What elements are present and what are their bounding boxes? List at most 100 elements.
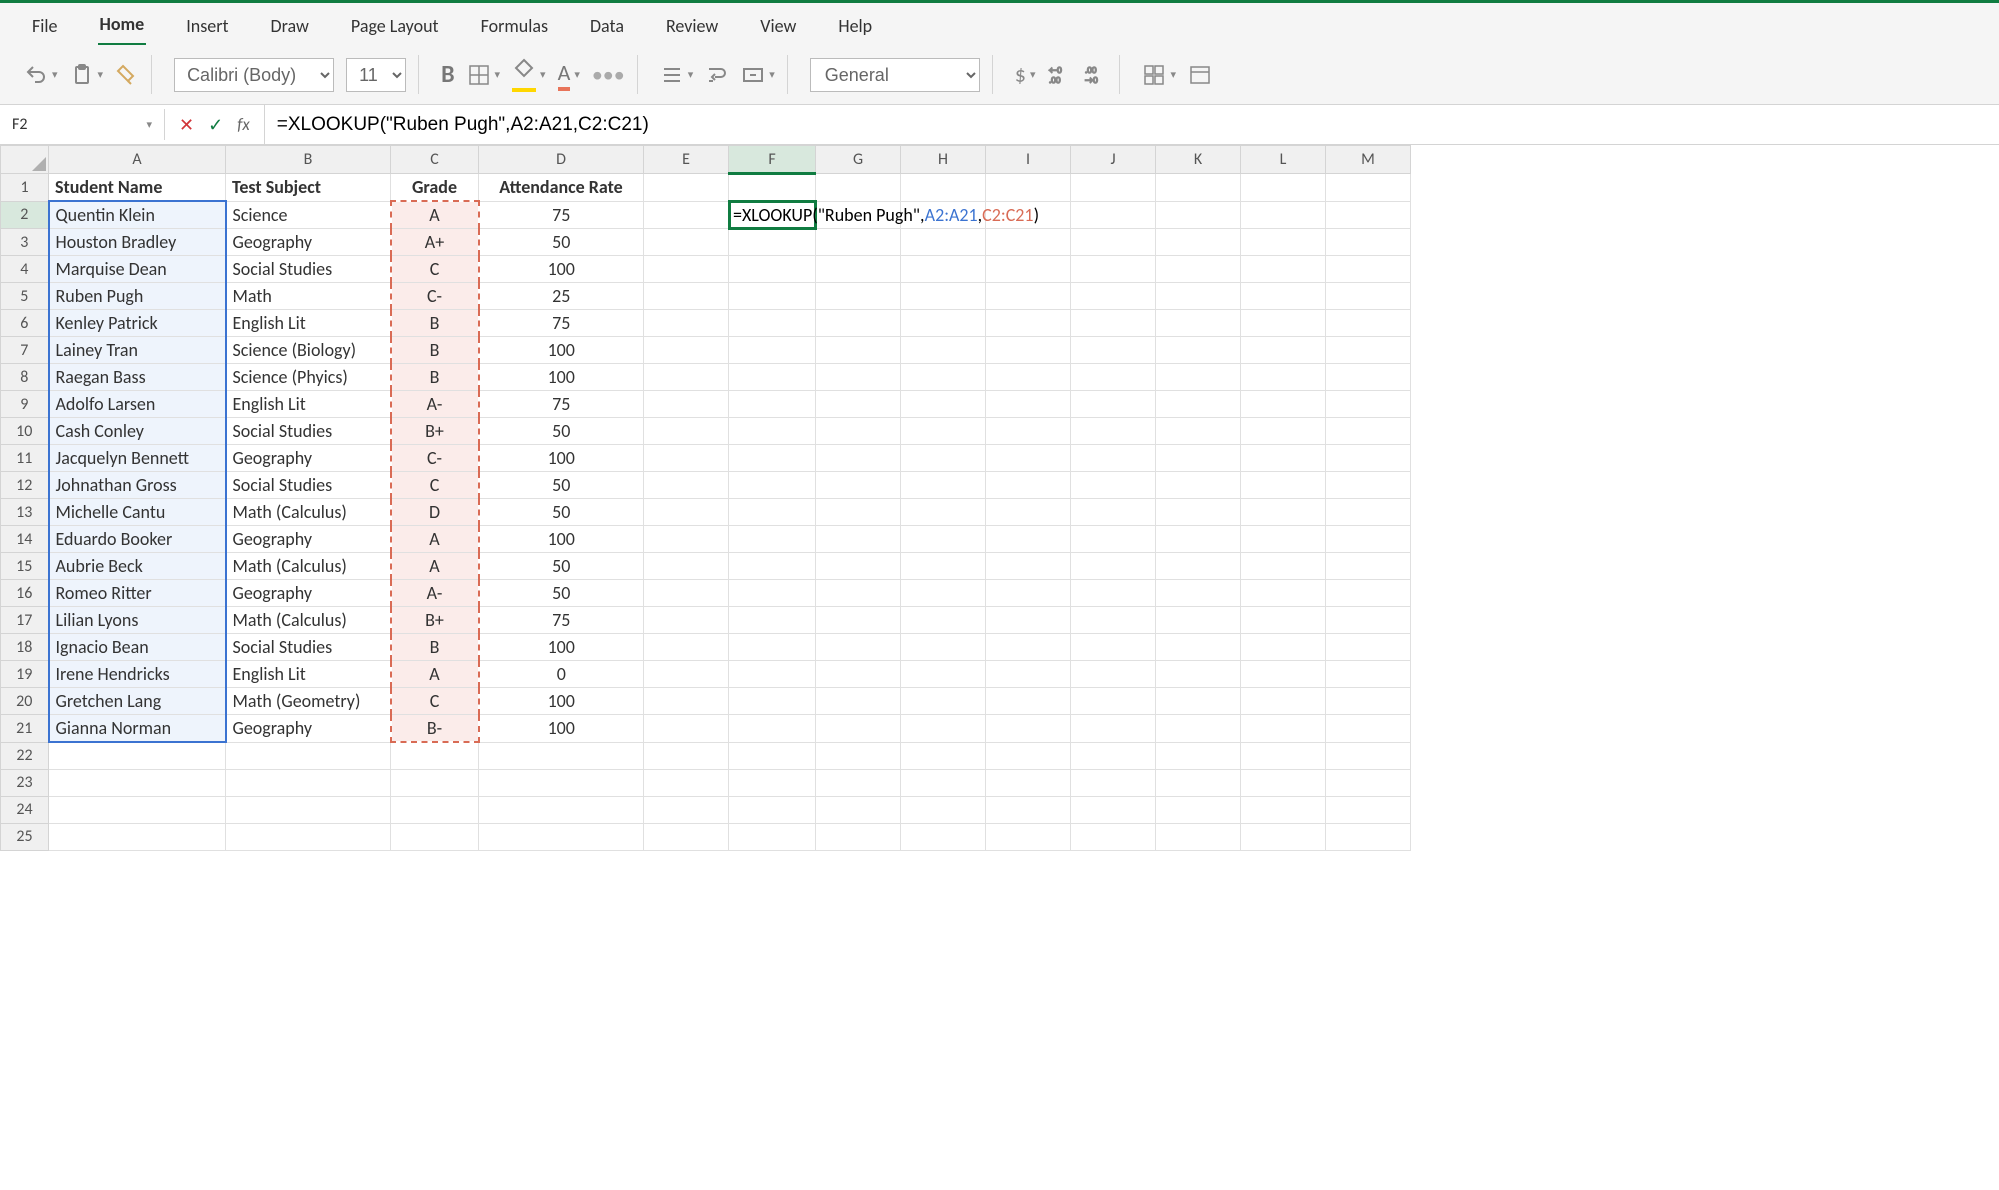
row-header-14[interactable]: 14 — [1, 526, 49, 553]
cell-C14[interactable]: A — [391, 526, 479, 553]
cell-L22[interactable] — [1241, 742, 1326, 769]
cell-F4[interactable] — [729, 256, 816, 283]
cell-M6[interactable] — [1326, 310, 1411, 337]
menu-item-insert[interactable]: Insert — [184, 11, 230, 45]
cell-D12[interactable]: 50 — [479, 472, 644, 499]
cell-D21[interactable]: 100 — [479, 715, 644, 743]
cell-M19[interactable] — [1326, 661, 1411, 688]
cell-H4[interactable] — [901, 256, 986, 283]
cell-G20[interactable] — [816, 688, 901, 715]
cell-J7[interactable] — [1071, 337, 1156, 364]
cell-C17[interactable]: B+ — [391, 607, 479, 634]
cell-G7[interactable] — [816, 337, 901, 364]
cell-E21[interactable] — [644, 715, 729, 743]
cell-L4[interactable] — [1241, 256, 1326, 283]
cell-K8[interactable] — [1156, 364, 1241, 391]
cell-I18[interactable] — [986, 634, 1071, 661]
cell-H15[interactable] — [901, 553, 986, 580]
cell-G21[interactable] — [816, 715, 901, 743]
cell-K20[interactable] — [1156, 688, 1241, 715]
cell-F15[interactable] — [729, 553, 816, 580]
cell-A13[interactable]: Michelle Cantu — [49, 499, 226, 526]
cell-F23[interactable] — [729, 769, 816, 796]
cell-B3[interactable]: Geography — [226, 229, 391, 256]
cell-B11[interactable]: Geography — [226, 445, 391, 472]
cell-D1[interactable]: Attendance Rate — [479, 174, 644, 202]
cell-A12[interactable]: Johnathan Gross — [49, 472, 226, 499]
cell-E24[interactable] — [644, 796, 729, 823]
cell-B25[interactable] — [226, 823, 391, 850]
font-color-button[interactable]: A ▾ — [558, 59, 580, 91]
cell-H19[interactable] — [901, 661, 986, 688]
column-header-D[interactable]: D — [479, 146, 644, 174]
cell-A14[interactable]: Eduardo Booker — [49, 526, 226, 553]
menu-item-help[interactable]: Help — [836, 11, 874, 45]
cell-A23[interactable] — [49, 769, 226, 796]
column-header-I[interactable]: I — [986, 146, 1071, 174]
row-header-6[interactable]: 6 — [1, 310, 49, 337]
cell-I22[interactable] — [986, 742, 1071, 769]
cell-D18[interactable]: 100 — [479, 634, 644, 661]
cell-J3[interactable] — [1071, 229, 1156, 256]
cell-I3[interactable] — [986, 229, 1071, 256]
paste-button[interactable]: ▾ — [70, 63, 104, 87]
cell-E25[interactable] — [644, 823, 729, 850]
cell-D5[interactable]: 25 — [479, 283, 644, 310]
cell-H7[interactable] — [901, 337, 986, 364]
cell-F17[interactable] — [729, 607, 816, 634]
cell-I10[interactable] — [986, 418, 1071, 445]
cell-K2[interactable] — [1156, 201, 1241, 229]
cell-A22[interactable] — [49, 742, 226, 769]
cell-D22[interactable] — [479, 742, 644, 769]
cell-D24[interactable] — [479, 796, 644, 823]
cell-C1[interactable]: Grade — [391, 174, 479, 202]
font-name-select[interactable]: Calibri (Body) — [174, 58, 334, 92]
cell-L17[interactable] — [1241, 607, 1326, 634]
cell-J17[interactable] — [1071, 607, 1156, 634]
cell-G14[interactable] — [816, 526, 901, 553]
cell-F14[interactable] — [729, 526, 816, 553]
cell-J6[interactable] — [1071, 310, 1156, 337]
font-size-select[interactable]: 11 — [346, 58, 406, 92]
formula-input[interactable] — [265, 108, 1999, 142]
cell-H16[interactable] — [901, 580, 986, 607]
cell-G15[interactable] — [816, 553, 901, 580]
cell-D10[interactable]: 50 — [479, 418, 644, 445]
cell-D4[interactable]: 100 — [479, 256, 644, 283]
cell-K14[interactable] — [1156, 526, 1241, 553]
cell-F7[interactable] — [729, 337, 816, 364]
cell-H3[interactable] — [901, 229, 986, 256]
cell-G25[interactable] — [816, 823, 901, 850]
cell-C9[interactable]: A- — [391, 391, 479, 418]
cell-E11[interactable] — [644, 445, 729, 472]
cell-M8[interactable] — [1326, 364, 1411, 391]
row-header-19[interactable]: 19 — [1, 661, 49, 688]
cell-J25[interactable] — [1071, 823, 1156, 850]
row-header-1[interactable]: 1 — [1, 174, 49, 202]
cell-M2[interactable] — [1326, 201, 1411, 229]
cell-A20[interactable]: Gretchen Lang — [49, 688, 226, 715]
cell-A8[interactable]: Raegan Bass — [49, 364, 226, 391]
cell-C23[interactable] — [391, 769, 479, 796]
cell-M14[interactable] — [1326, 526, 1411, 553]
cell-F16[interactable] — [729, 580, 816, 607]
cell-F6[interactable] — [729, 310, 816, 337]
cell-J4[interactable] — [1071, 256, 1156, 283]
cell-A16[interactable]: Romeo Ritter — [49, 580, 226, 607]
cell-M23[interactable] — [1326, 769, 1411, 796]
cell-I8[interactable] — [986, 364, 1071, 391]
row-header-22[interactable]: 22 — [1, 742, 49, 769]
row-header-15[interactable]: 15 — [1, 553, 49, 580]
cell-J5[interactable] — [1071, 283, 1156, 310]
cell-M5[interactable] — [1326, 283, 1411, 310]
cell-H25[interactable] — [901, 823, 986, 850]
cell-A18[interactable]: Ignacio Bean — [49, 634, 226, 661]
row-header-11[interactable]: 11 — [1, 445, 49, 472]
cell-K5[interactable] — [1156, 283, 1241, 310]
cell-C5[interactable]: C- — [391, 283, 479, 310]
cell-F10[interactable] — [729, 418, 816, 445]
cell-I17[interactable] — [986, 607, 1071, 634]
cell-F11[interactable] — [729, 445, 816, 472]
cell-G23[interactable] — [816, 769, 901, 796]
column-header-E[interactable]: E — [644, 146, 729, 174]
